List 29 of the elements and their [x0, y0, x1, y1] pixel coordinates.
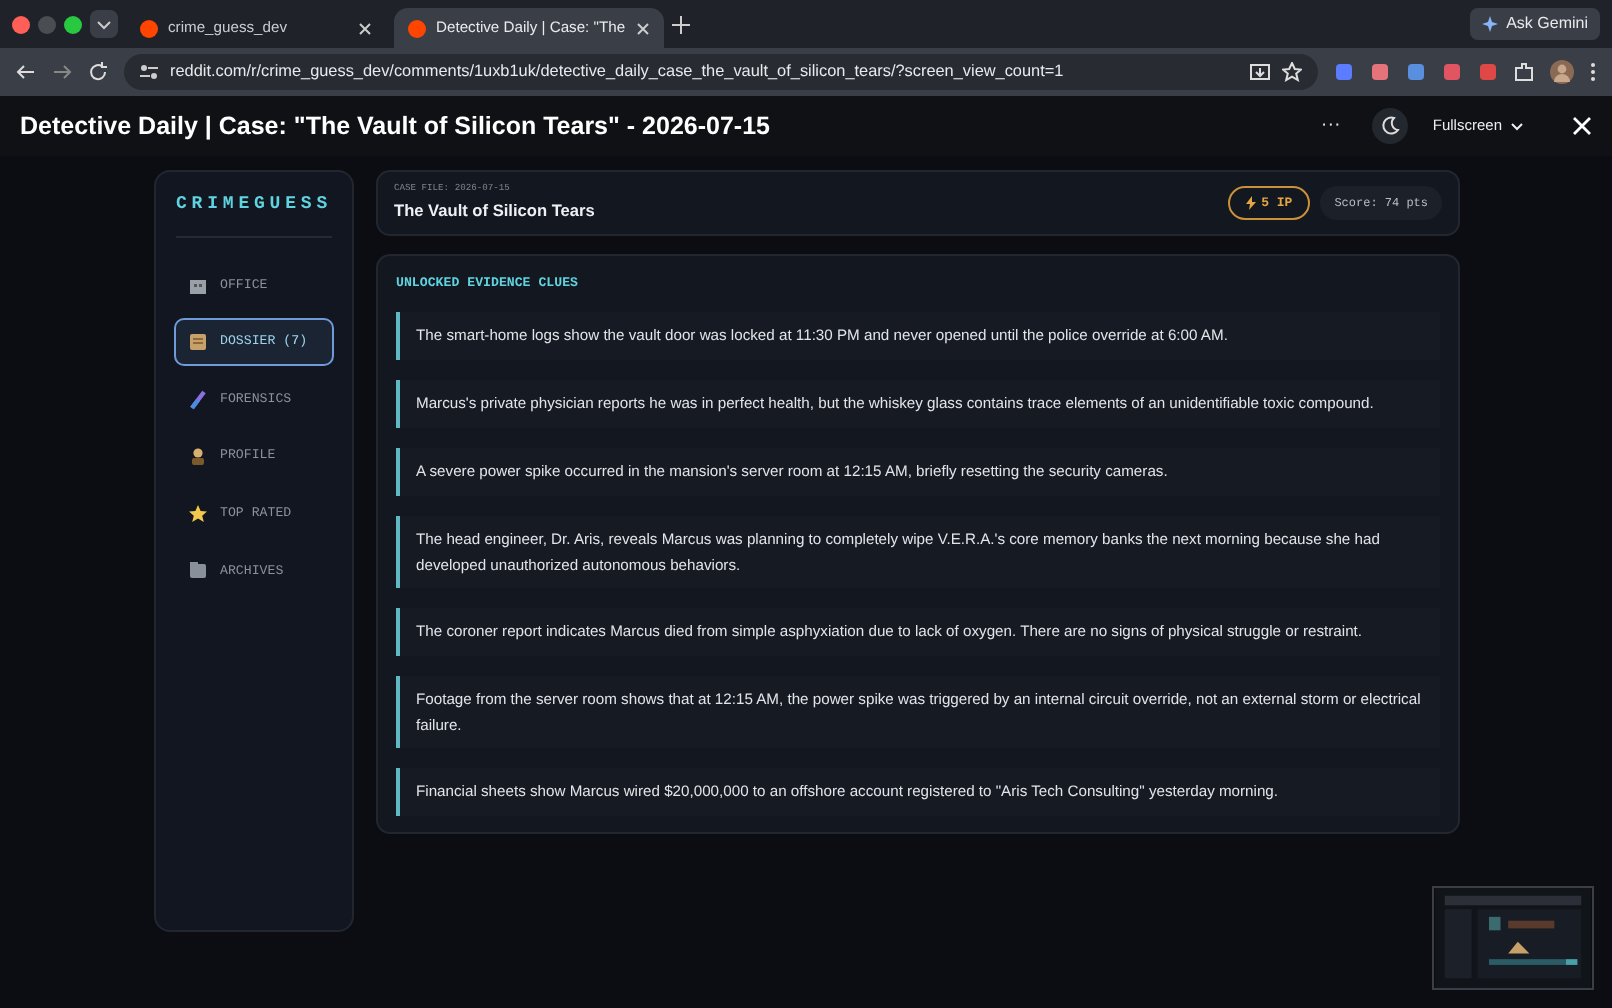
tab-list-icon[interactable]: [90, 10, 118, 38]
page-title: Detective Daily | Case: "The Vault of Silicon Tears" - 2026-07-15: [20, 109, 772, 144]
building-icon: [188, 275, 208, 295]
brand-logo: CRIMEGUESS: [176, 192, 332, 237]
more-button[interactable]: ···: [1320, 116, 1341, 136]
theme-toggle-icon[interactable]: [1372, 108, 1409, 144]
site-settings-icon: [140, 64, 158, 80]
minimize-window-dot[interactable]: [38, 15, 56, 33]
install-icon[interactable]: [1250, 63, 1270, 81]
bookmark-star-icon[interactable]: [1282, 62, 1302, 82]
avatar-icon[interactable]: [1550, 60, 1574, 84]
chevron-down-icon: [1510, 121, 1524, 131]
close-icon[interactable]: [358, 21, 372, 35]
maximize-window-dot[interactable]: [64, 15, 82, 33]
address-field[interactable]: reddit.com/r/crime_guess_dev/comments/1uxb1uk/detective_daily_case_the_vault_of_silicon_tears/?screen_view_count=1: [124, 54, 1318, 90]
star-icon: [188, 503, 208, 524]
lightning-icon: [1245, 196, 1256, 210]
more-menu-icon[interactable]: [1590, 62, 1596, 82]
case-title: The Vault of Silicon Tears: [394, 197, 597, 223]
forward-icon[interactable]: [52, 62, 72, 82]
back-icon[interactable]: [16, 62, 36, 82]
close-icon[interactable]: [635, 21, 650, 35]
person-icon: [188, 446, 208, 467]
sparkle-icon: [1482, 16, 1499, 32]
new-tab-icon[interactable]: [671, 15, 690, 33]
close-window-dot[interactable]: [12, 15, 30, 33]
reload-icon[interactable]: [88, 62, 108, 82]
puzzle-icon[interactable]: [1514, 62, 1534, 82]
ask-gemini-button[interactable]: Ask Gemini: [1470, 8, 1600, 40]
